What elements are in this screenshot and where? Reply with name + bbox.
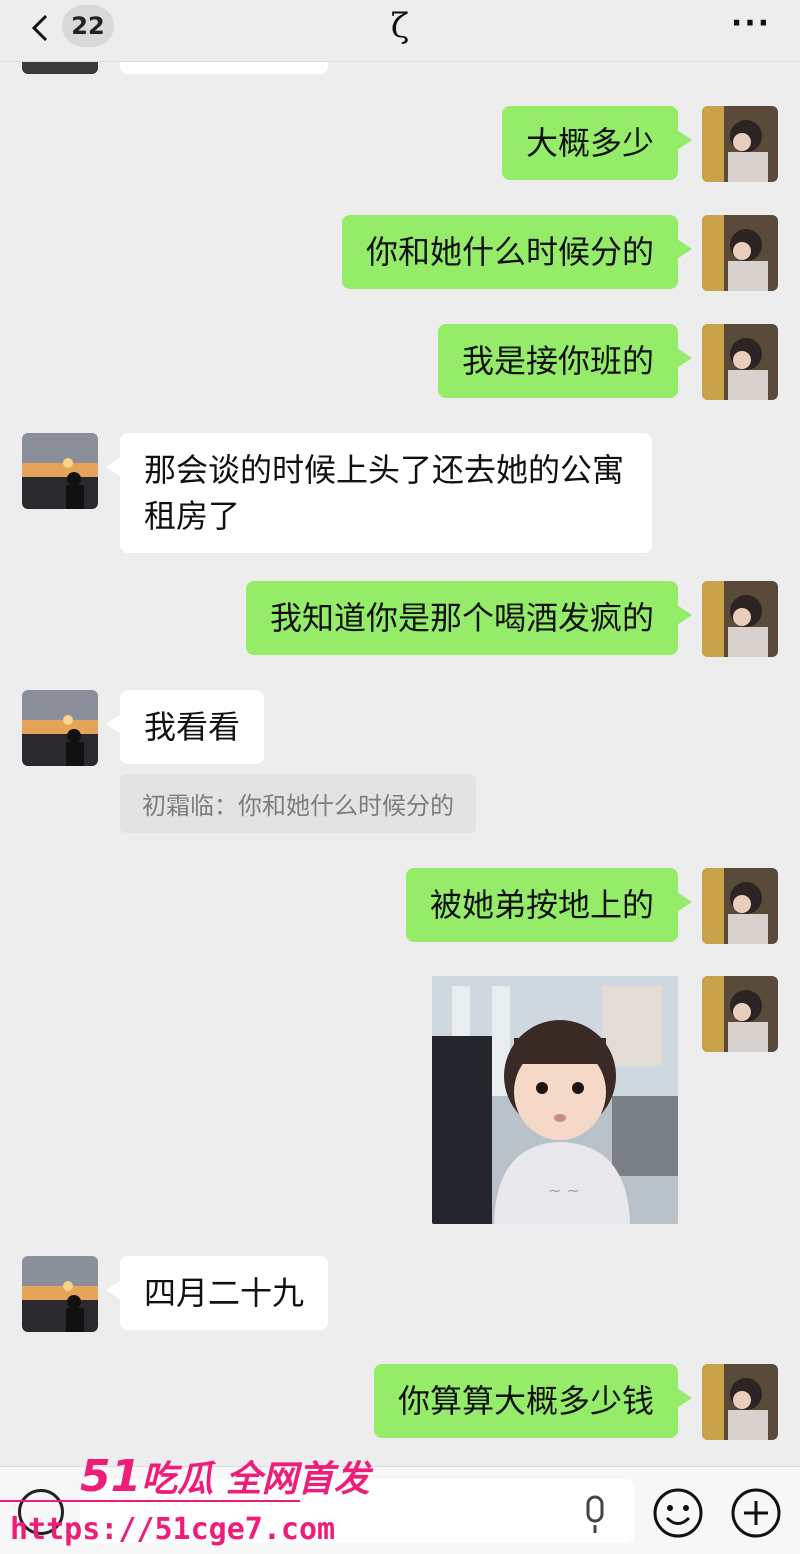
- contact-avatar[interactable]: [22, 1256, 98, 1332]
- my-avatar[interactable]: [702, 581, 778, 657]
- chat-title: ζ: [390, 6, 410, 46]
- chat-header: 22 ζ ···: [0, 0, 800, 62]
- message-bubble[interactable]: 我知道你是那个喝酒发疯的: [245, 581, 693, 655]
- svg-text:~ ~: ~ ~: [548, 1181, 580, 1200]
- message-list[interactable]: 大概多少 你和她什么时候分的 我是接你班的 那会谈的时候上头了还去她的公寓租房了…: [0, 62, 800, 1466]
- message-bubble[interactable]: 被她弟按地上的: [405, 868, 693, 942]
- message-bubble[interactable]: 我看看: [105, 690, 265, 764]
- message-bubble[interactable]: 你和她什么时候分的: [341, 215, 693, 289]
- watermark-brand: 51吃瓜 全网首发: [80, 1450, 370, 1502]
- watermark-number: 51: [80, 1451, 142, 1502]
- image-message[interactable]: ~ ~: [432, 976, 678, 1224]
- watermark-text: 吃瓜 全网首发: [141, 1459, 370, 1500]
- contact-avatar[interactable]: [22, 690, 98, 766]
- my-avatar[interactable]: [702, 106, 778, 182]
- contact-avatar[interactable]: [22, 433, 98, 509]
- quoted-message[interactable]: 初霜临：你和她什么时候分的: [120, 774, 476, 833]
- my-avatar[interactable]: [702, 868, 778, 944]
- my-avatar[interactable]: [702, 215, 778, 291]
- message-bubble[interactable]: 四月二十九: [105, 1256, 329, 1330]
- message-bubble[interactable]: 你算算大概多少钱: [373, 1364, 693, 1438]
- message-bubble-partial[interactable]: [120, 62, 328, 74]
- watermark-divider: [0, 1500, 300, 1502]
- child-photo-sticker: ~ ~: [432, 976, 678, 1224]
- plus-icon[interactable]: [730, 1487, 782, 1539]
- contact-avatar[interactable]: [22, 62, 98, 74]
- message-bubble[interactable]: 我是接你班的: [437, 324, 693, 398]
- message-bubble[interactable]: 那会谈的时候上头了还去她的公寓租房了: [106, 433, 652, 553]
- emoji-icon[interactable]: [652, 1487, 704, 1539]
- my-avatar[interactable]: [702, 1364, 778, 1440]
- more-options-button[interactable]: ···: [726, 6, 776, 46]
- message-bubble[interactable]: 大概多少: [501, 106, 693, 180]
- my-avatar[interactable]: [702, 324, 778, 400]
- my-avatar[interactable]: [702, 976, 778, 1052]
- watermark-url: https://51cge7.com: [10, 1512, 336, 1547]
- microphone-icon[interactable]: [578, 1495, 612, 1535]
